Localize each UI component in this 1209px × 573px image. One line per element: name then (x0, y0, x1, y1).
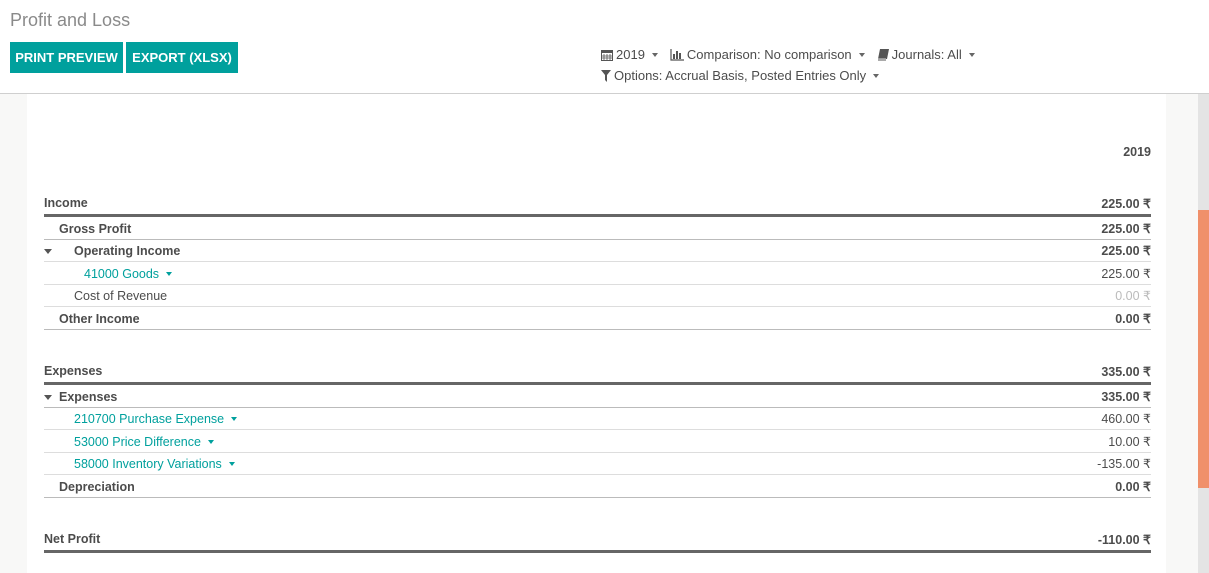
column-header-2019: 2019 (1123, 145, 1151, 159)
row-label: 210700 Purchase Expense (74, 411, 225, 426)
report-filters: 2019 Comparison: No comparison Journals:… (601, 44, 975, 86)
row-label: Income (44, 196, 88, 210)
caret-down-icon (968, 52, 975, 57)
report-row-depreciation[interactable]: Depreciation 0.00 ₹ (44, 476, 1151, 498)
caret-down-icon (651, 52, 658, 57)
caret-down-icon[interactable] (44, 395, 52, 400)
background-left (0, 94, 27, 573)
comparison-filter-label: Comparison: No comparison (686, 47, 852, 62)
account-link[interactable]: 41000 Goods (44, 266, 173, 281)
caret-down-icon (873, 73, 880, 78)
row-label: Depreciation (59, 479, 135, 494)
report-row-operating-income[interactable]: Operating Income 225.00 ₹ (44, 240, 1151, 262)
background-right (1166, 94, 1198, 573)
row-value: -110.00 ₹ (1097, 532, 1151, 547)
report-row-account[interactable]: 53000 Price Difference 10.00 ₹ (44, 431, 1151, 453)
row-value: 225.00 ₹ (1101, 222, 1151, 236)
report-row-income[interactable]: Income 225.00 ₹ (44, 192, 1151, 217)
row-label: 53000 Price Difference (74, 434, 201, 449)
row-value: 225.00 ₹ (1101, 267, 1151, 281)
date-filter-label: 2019 (616, 47, 645, 62)
calendar-icon (601, 49, 613, 61)
row-label: 58000 Inventory Variations (74, 456, 222, 471)
control-panel: Profit and Loss PRINT PREVIEW EXPORT (XL… (0, 0, 1209, 94)
caret-down-icon (858, 52, 865, 57)
row-value: 335.00 ₹ (1101, 390, 1151, 404)
report-row-account[interactable]: 210700 Purchase Expense 460.00 ₹ (44, 408, 1151, 430)
report-row-expenses-section[interactable]: Expenses 335.00 ₹ (44, 360, 1151, 385)
report-row-net-profit[interactable]: Net Profit -110.00 ₹ (44, 528, 1151, 553)
report-row-gross-profit[interactable]: Gross Profit 225.00 ₹ (44, 218, 1151, 240)
row-value: 0.00 ₹ (1115, 480, 1151, 494)
report-row-expenses[interactable]: Expenses 335.00 ₹ (44, 386, 1151, 408)
caret-down-icon (207, 439, 214, 444)
account-link[interactable]: 58000 Inventory Variations (44, 457, 235, 471)
book-icon (877, 48, 889, 60)
caret-down-icon (231, 416, 238, 421)
journals-filter-label: Journals: All (891, 47, 962, 62)
row-label: Expenses (59, 389, 118, 404)
report-row-account[interactable]: 41000 Goods 225.00 ₹ (44, 263, 1151, 285)
row-label: Net Profit (44, 532, 101, 546)
options-filter[interactable]: Options: Accrual Basis, Posted Entries O… (601, 65, 880, 86)
caret-down-icon (166, 271, 173, 276)
row-value: 225.00 ₹ (1101, 196, 1151, 211)
caret-down-icon[interactable] (44, 249, 52, 254)
row-value: 10.00 ₹ (1108, 435, 1151, 449)
row-label: Operating Income (74, 243, 181, 258)
comparison-filter[interactable]: Comparison: No comparison (670, 44, 865, 65)
scrollbar-thumb[interactable] (1198, 210, 1209, 488)
row-label: Other Income (59, 311, 140, 326)
report-row-account[interactable]: 58000 Inventory Variations -135.00 ₹ (44, 453, 1151, 475)
row-label: Expenses (44, 364, 103, 378)
row-value: -135.00 ₹ (1097, 457, 1151, 471)
row-value: 460.00 ₹ (1101, 412, 1151, 426)
account-link[interactable]: 210700 Purchase Expense (44, 411, 238, 426)
account-link[interactable]: 53000 Price Difference (44, 435, 214, 449)
row-value: 225.00 ₹ (1101, 244, 1151, 258)
page-title: Profit and Loss (10, 10, 131, 30)
row-value: 0.00 ₹ (1115, 312, 1151, 326)
row-value: 335.00 ₹ (1101, 364, 1151, 379)
export-xlsx-button[interactable]: EXPORT (XLSX) (126, 42, 238, 73)
bar-chart-icon (670, 48, 684, 61)
print-preview-button[interactable]: PRINT PREVIEW (10, 42, 123, 73)
row-label: 41000 Goods (84, 266, 160, 281)
row-label: Gross Profit (59, 221, 132, 236)
filter-icon (601, 69, 611, 82)
row-value: 0.00 ₹ (1115, 289, 1151, 303)
options-filter-label: Options: Accrual Basis, Posted Entries O… (614, 68, 867, 83)
journals-filter[interactable]: Journals: All (877, 44, 975, 65)
row-label: Cost of Revenue (74, 288, 168, 303)
date-filter[interactable]: 2019 (601, 44, 658, 65)
report-row-other-income[interactable]: Other Income 0.00 ₹ (44, 308, 1151, 330)
caret-down-icon (228, 461, 235, 466)
report-row-cost-of-revenue[interactable]: Cost of Revenue 0.00 ₹ (44, 285, 1151, 307)
